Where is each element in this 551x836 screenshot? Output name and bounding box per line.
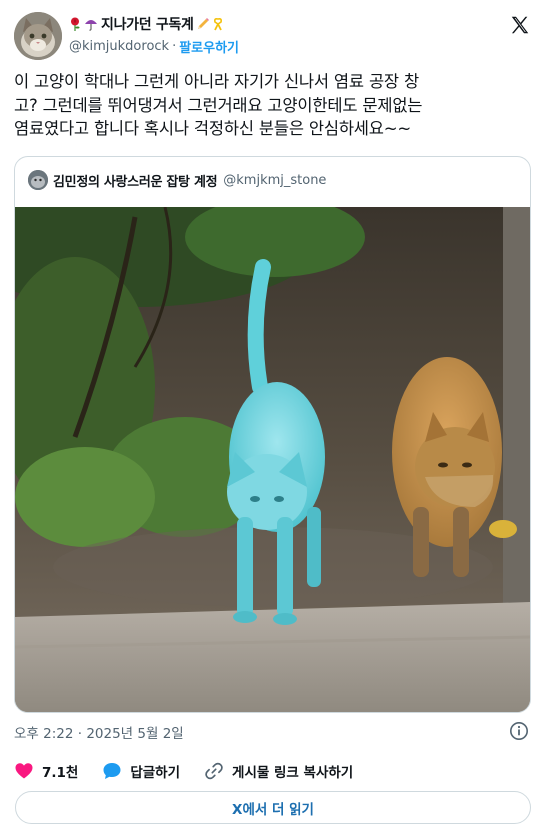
tweet-text-line: 이 고양이 학대나 그런게 아니라 자기가 신나서 염료 공장 창 [14,72,419,91]
speech-bubble-icon [103,763,121,779]
author-avatar[interactable] [14,12,62,60]
tweet-card[interactable]: 지나가던 구독계 @kimjukdorock · 팔로우하기 이 고양이 학대나… [0,0,551,836]
quoted-author-name[interactable]: 김민정의 사랑스러운 잡탕 계정 [53,171,218,190]
info-icon[interactable] [509,721,529,741]
author-display-name[interactable]: 지나가던 구독계 [101,14,194,34]
follow-button[interactable]: 팔로우하기 [179,37,239,56]
quoted-tweet[interactable]: 김민정의 사랑스러운 잡탕 계정 @kmjkmj_stone [14,156,531,713]
author-handle[interactable]: @kimjukdorock [69,39,169,54]
reply-label: 답글하기 [130,765,181,781]
tweet-actions: 7.1천 답글하기 게시물 링크 복사하기 [14,760,377,782]
quoted-author-avatar[interactable] [28,170,48,190]
author-handle-row: @kimjukdorock · 팔로우하기 [69,37,239,56]
tweet-text-line: 고? 그런데를 뛰어댕겨서 그런거래요 고양이한테도 문제없는 [14,95,423,115]
quoted-photo[interactable] [15,207,530,712]
rose-emoji-icon [71,17,80,31]
quoted-tweet-header: 김민정의 사랑스러운 잡탕 계정 @kmjkmj_stone [28,170,326,190]
yellow-ribbon-emoji-icon [213,18,222,31]
pencil-emoji-icon [197,18,209,29]
separator-dot: · [172,38,177,54]
copy-link-button[interactable]: 게시물 링크 복사하기 [204,761,353,781]
tweet-meta: 오후 2:22 · 2025년 5월 2일 [14,721,537,742]
reply-button[interactable]: 답글하기 [102,761,180,781]
x-logo-icon[interactable] [509,14,531,36]
tweet-text: 이 고양이 학대나 그런게 아니라 자기가 신나서 염료 공장 창 고? 그런데… [14,70,537,141]
tweet-timestamp[interactable]: 오후 2:22 · 2025년 5월 2일 [14,722,184,742]
copy-link-label: 게시물 링크 복사하기 [232,765,354,781]
tweet-header: 지나가던 구독계 @kimjukdorock · 팔로우하기 [14,12,537,60]
tweet-text-line: 염료였다고 합니다 혹시나 걱정하신 분들은 안심하세요~~ [14,119,412,138]
read-more-on-x-button[interactable]: X에서 더 읽기 [15,791,531,824]
author-name-row[interactable]: 지나가던 구독계 [69,14,224,34]
heart-icon [15,763,33,779]
umbrella-emoji-icon [85,20,97,31]
quoted-author-handle[interactable]: @kmjkmj_stone [223,173,326,188]
like-count: 7.1천 [42,765,79,781]
like-button[interactable]: 7.1천 [14,761,78,781]
link-icon [205,762,223,780]
